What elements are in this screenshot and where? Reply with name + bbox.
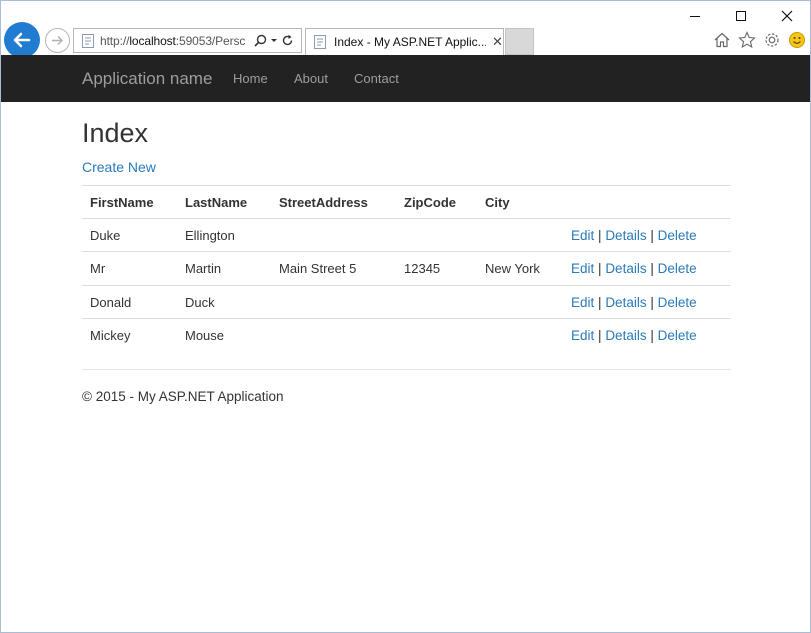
action-separator: |: [598, 261, 602, 276]
header-actions: [563, 185, 731, 219]
forward-icon: [52, 36, 63, 45]
footer-divider: [82, 369, 731, 370]
browser-chrome: http://localhost:59053/Persc Index - My …: [1, 1, 810, 58]
page-icon: [82, 33, 94, 48]
browser-window: http://localhost:59053/Persc Index - My …: [0, 0, 811, 633]
table-row: Mr Martin Main Street 5 12345 New York E…: [82, 251, 731, 286]
maximize-button[interactable]: [718, 5, 764, 27]
cell-firstname: Donald: [82, 285, 177, 319]
forward-button[interactable]: [45, 28, 70, 53]
cell-lastname: Martin: [177, 251, 271, 286]
browser-toolbar: [712, 30, 808, 50]
table-row: Donald Duck Edit | Details | Delete: [82, 285, 731, 319]
header-firstname: FirstName: [82, 185, 177, 219]
action-separator: |: [650, 327, 654, 343]
header-city: City: [477, 185, 563, 219]
header-lastname: LastName: [177, 185, 271, 219]
tab-index[interactable]: Index - My ASP.NET Applic... ✕: [305, 28, 504, 55]
address-bar[interactable]: http://localhost:59053/Persc: [73, 28, 302, 53]
row-actions: Edit | Details | Delete: [563, 218, 731, 252]
favorites-icon[interactable]: [737, 31, 756, 50]
header-streetaddress: StreetAddress: [271, 185, 396, 219]
cell-streetaddress: Main Street 5: [271, 251, 396, 286]
back-button[interactable]: [4, 22, 40, 58]
site-navbar: Application name Home About Contact: [1, 55, 810, 102]
footer-text: © 2015 - My ASP.NET Application: [82, 389, 284, 404]
action-separator: |: [650, 294, 654, 310]
table-header-row: FirstName LastName StreetAddress ZipCode…: [82, 185, 731, 219]
table-row: Mickey Mouse Edit | Details | Delete: [82, 319, 731, 352]
refresh-icon[interactable]: [281, 34, 294, 47]
smiley-icon[interactable]: [787, 31, 806, 50]
delete-link[interactable]: Delete: [658, 295, 697, 310]
new-tab-button[interactable]: [505, 28, 534, 55]
delete-link[interactable]: Delete: [658, 328, 697, 343]
search-icon[interactable]: [254, 34, 267, 47]
delete-link[interactable]: Delete: [658, 261, 697, 276]
tab-close-icon[interactable]: ✕: [492, 34, 503, 50]
delete-link[interactable]: Delete: [658, 228, 697, 243]
edit-link[interactable]: Edit: [571, 261, 594, 276]
cell-streetaddress: [271, 218, 396, 252]
home-icon[interactable]: [712, 31, 731, 50]
tab-page-icon: [314, 35, 326, 49]
cell-city: [477, 218, 563, 252]
edit-link[interactable]: Edit: [571, 295, 594, 310]
cell-zipcode: [396, 218, 477, 252]
back-icon: [13, 32, 31, 48]
cell-lastname: Ellington: [177, 218, 271, 252]
cell-lastname: Mouse: [185, 327, 225, 343]
person-table: FirstName LastName StreetAddress ZipCode…: [82, 185, 731, 352]
edit-link[interactable]: Edit: [571, 228, 594, 243]
action-separator: |: [598, 294, 602, 310]
settings-icon[interactable]: [762, 31, 781, 50]
cell-firstname: Duke: [82, 218, 177, 252]
tab-title: Index - My ASP.NET Applic...: [334, 35, 486, 49]
edit-link[interactable]: Edit: [571, 328, 594, 343]
cell-streetaddress: [271, 285, 396, 319]
cell-city: New York: [477, 251, 563, 286]
row-actions: Edit | Details | Delete: [563, 285, 731, 319]
row-actions: Edit | Details | Delete: [563, 319, 731, 352]
cell-zipcode: [396, 319, 477, 352]
cell-zipcode: [396, 285, 477, 319]
action-separator: |: [650, 261, 654, 276]
cell-streetaddress: [271, 319, 396, 352]
brand-link[interactable]: Application name: [82, 69, 212, 89]
details-link[interactable]: Details: [605, 295, 646, 310]
cell-firstname: Mickey: [90, 327, 131, 343]
nav-about-link[interactable]: About: [294, 71, 328, 86]
page-title: Index: [82, 118, 149, 148]
close-window-button[interactable]: [764, 5, 810, 27]
dropdown-icon[interactable]: [270, 34, 278, 47]
action-separator: |: [650, 227, 654, 243]
details-link[interactable]: Details: [605, 261, 646, 276]
details-link[interactable]: Details: [605, 228, 646, 243]
nav-home-link[interactable]: Home: [233, 71, 268, 86]
nav-contact-link[interactable]: Contact: [354, 71, 399, 86]
create-new-link[interactable]: Create New: [82, 159, 156, 175]
cell-lastname: Duck: [177, 285, 271, 319]
row-actions: Edit | Details | Delete: [563, 251, 731, 286]
cell-zipcode: 12345: [396, 251, 477, 286]
cell-city: [477, 319, 563, 352]
details-link[interactable]: Details: [605, 328, 646, 343]
minimize-button[interactable]: [672, 5, 718, 27]
action-separator: |: [598, 327, 602, 343]
header-zipcode: ZipCode: [396, 185, 477, 219]
action-separator: |: [598, 227, 602, 243]
url-text[interactable]: http://localhost:59053/Persc: [100, 34, 250, 48]
table-row: Duke Ellington Edit | Details | Delete: [82, 218, 731, 252]
cell-firstname: Mr: [82, 251, 177, 286]
cell-city: [477, 285, 563, 319]
